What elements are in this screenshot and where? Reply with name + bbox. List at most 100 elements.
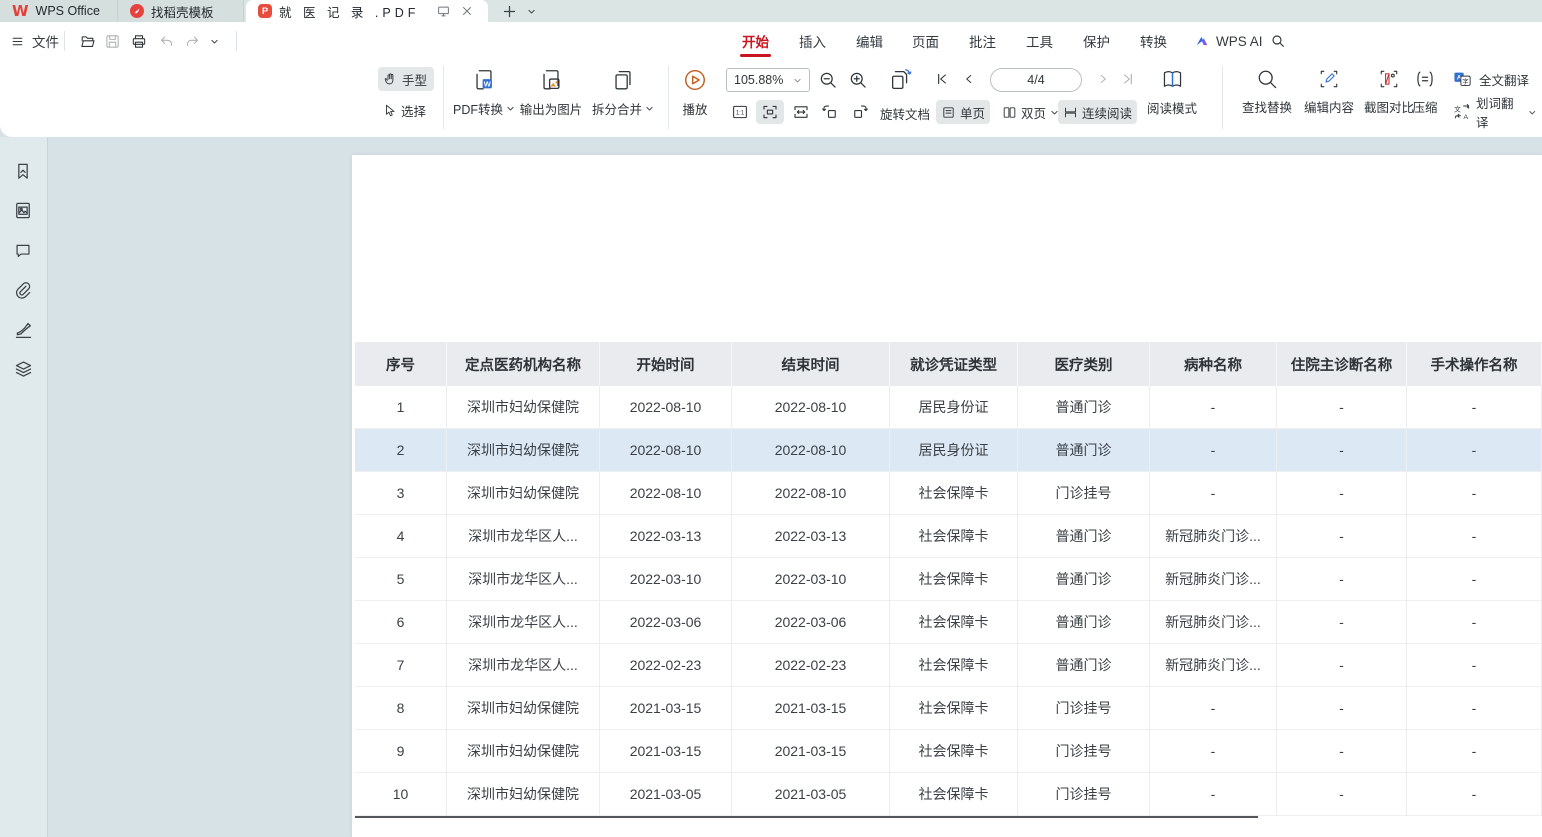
table-row[interactable]: 2深圳市妇幼保健院2022-08-102022-08-10居民身份证普通门诊--…: [355, 429, 1542, 472]
comment-icon[interactable]: [13, 241, 33, 260]
zoom-out-button[interactable]: [818, 70, 838, 90]
table-cell: 2021-03-15: [600, 730, 732, 773]
split-merge-button[interactable]: 拆分合并: [590, 67, 656, 118]
signature-icon[interactable]: [13, 319, 34, 340]
undo-icon: [158, 34, 175, 49]
table-header-row: 序号定点医药机构名称开始时间结束时间就诊凭证类型医疗类别病种名称住院主诊断名称手…: [355, 342, 1542, 386]
next-page-button[interactable]: [1096, 71, 1110, 87]
fit-width-button[interactable]: [756, 100, 784, 124]
table-cell: -: [1407, 773, 1542, 816]
ribbon-tab-insert[interactable]: 插入: [793, 22, 832, 60]
last-page-button[interactable]: [1120, 71, 1136, 87]
find-replace-button[interactable]: 查找替换: [1238, 67, 1296, 116]
table-row[interactable]: 9深圳市妇幼保健院2021-03-152021-03-15社会保障卡门诊挂号--…: [355, 730, 1542, 773]
edit-content-button[interactable]: 编辑内容: [1300, 67, 1358, 116]
pdf-convert-label: PDF转换: [453, 99, 503, 118]
wps-ai-button[interactable]: WPS AI: [1194, 22, 1263, 60]
table-cell: 2022-03-06: [600, 601, 732, 644]
zoom-level-select[interactable]: 105.88%: [726, 68, 810, 92]
table-cell: -: [1150, 429, 1277, 472]
table-row[interactable]: 7深圳市龙华区人...2022-02-232022-02-23社会保障卡普通门诊…: [355, 644, 1542, 687]
ribbon-search-icon[interactable]: [1270, 22, 1286, 60]
table-cell: 社会保障卡: [890, 773, 1018, 816]
column-header: 开始时间: [600, 342, 732, 386]
double-page-button[interactable]: 双页: [997, 100, 1064, 124]
table-cell: -: [1277, 429, 1407, 472]
tab-document-pdf[interactable]: P 就 医 记 录 .PDF: [246, 0, 488, 22]
file-menu-button[interactable]: 文件: [10, 22, 59, 60]
redo-button[interactable]: [184, 22, 201, 60]
full-text-translate-button[interactable]: A 字 全文翻译: [1448, 67, 1534, 91]
table-cell: 普通门诊: [1018, 558, 1150, 601]
print-button[interactable]: [130, 22, 148, 60]
table-row[interactable]: 4深圳市龙华区人...2022-03-132022-03-13社会保障卡普通门诊…: [355, 515, 1542, 558]
select-tool-button[interactable]: 选择: [378, 98, 434, 122]
close-tab-icon[interactable]: [461, 5, 473, 17]
new-tab-button[interactable]: [488, 0, 523, 22]
bookmark-icon[interactable]: [13, 161, 33, 182]
page-number-input[interactable]: 4/4: [990, 68, 1082, 92]
ribbon-tab-convert[interactable]: 转换: [1134, 22, 1173, 60]
read-mode-button[interactable]: 阅读模式: [1143, 67, 1201, 117]
rotate-document-button[interactable]: 旋转文档: [880, 104, 930, 123]
tab-wps-office[interactable]: W WPS Office: [0, 0, 118, 22]
table-cell: 10: [355, 773, 447, 816]
save-button[interactable]: [104, 22, 121, 60]
layers-icon[interactable]: [13, 359, 34, 380]
word-translate-button[interactable]: 文 A 划词翻译: [1448, 100, 1542, 124]
tab-label: WPS Office: [36, 4, 100, 18]
ribbon-card: 文件 开始 插入 编辑 页面 批注 工具 保护 转换: [0, 22, 1542, 137]
open-file-button[interactable]: [78, 22, 97, 60]
ribbon-tab-protect[interactable]: 保护: [1077, 22, 1116, 60]
wps-ai-icon: [1194, 34, 1210, 48]
hand-tool-button[interactable]: 手型: [378, 67, 434, 91]
table-cell: -: [1277, 601, 1407, 644]
single-page-label: 单页: [960, 103, 985, 122]
table-cell: 深圳市龙华区人...: [447, 601, 600, 644]
single-page-button[interactable]: 单页: [936, 100, 990, 124]
more-history-chevron-icon[interactable]: [210, 22, 219, 60]
split-merge-label: 拆分合并: [592, 99, 642, 118]
table-cell: -: [1277, 515, 1407, 558]
ribbon-tab-edit[interactable]: 编辑: [850, 22, 889, 60]
replace-page-button[interactable]: [888, 67, 914, 93]
fit-page-button[interactable]: [787, 100, 815, 124]
ribbon-tab-page[interactable]: 页面: [906, 22, 945, 60]
divider: [64, 31, 65, 51]
table-row[interactable]: 3深圳市妇幼保健院2022-08-102022-08-10社会保障卡门诊挂号--…: [355, 472, 1542, 515]
folder-open-icon: [78, 33, 97, 50]
table-row[interactable]: 1深圳市妇幼保健院2022-08-102022-08-10居民身份证普通门诊--…: [355, 386, 1542, 429]
ribbon-tab-comment[interactable]: 批注: [963, 22, 1002, 60]
tab-list-chevron-icon[interactable]: [523, 0, 540, 22]
rotate-right-button[interactable]: [846, 100, 874, 124]
pdf-page[interactable]: 序号定点医药机构名称开始时间结束时间就诊凭证类型医疗类别病种名称住院主诊断名称手…: [352, 155, 1542, 837]
tab-docer-templates[interactable]: 找稻壳模板: [118, 0, 244, 22]
prev-page-button[interactable]: [962, 71, 976, 87]
compress-button[interactable]: 压缩: [1405, 67, 1445, 116]
first-page-button[interactable]: [934, 71, 950, 87]
attachment-icon[interactable]: [13, 280, 33, 300]
play-button[interactable]: 播放: [680, 67, 710, 118]
undo-button[interactable]: [158, 22, 175, 60]
play-label: 播放: [682, 99, 707, 118]
table-row[interactable]: 8深圳市妇幼保健院2021-03-152021-03-15社会保障卡门诊挂号--…: [355, 687, 1542, 730]
ribbon-tab-home[interactable]: 开始: [736, 22, 775, 60]
table-cell: 社会保障卡: [890, 730, 1018, 773]
table-row[interactable]: 6深圳市龙华区人...2022-03-062022-03-06社会保障卡普通门诊…: [355, 601, 1542, 644]
table-cell: -: [1150, 472, 1277, 515]
table-cell: 普通门诊: [1018, 386, 1150, 429]
full-translate-label: 全文翻译: [1479, 70, 1529, 89]
table-cell: -: [1407, 386, 1542, 429]
thumbnail-icon[interactable]: [13, 200, 33, 221]
rotate-left-button[interactable]: [816, 100, 844, 124]
table-row[interactable]: 5深圳市龙华区人...2022-03-102022-03-10社会保障卡普通门诊…: [355, 558, 1542, 601]
ribbon-tab-tools[interactable]: 工具: [1020, 22, 1059, 60]
table-row[interactable]: 10深圳市妇幼保健院2021-03-052021-03-05社会保障卡门诊挂号-…: [355, 773, 1542, 816]
export-image-button[interactable]: 输出为图片: [518, 67, 584, 118]
zoom-in-button[interactable]: [848, 70, 868, 90]
table-cell: 2022-03-10: [732, 558, 890, 601]
pdf-convert-button[interactable]: W PDF转换: [452, 67, 516, 118]
continuous-reading-button[interactable]: 连续阅读: [1058, 100, 1137, 124]
monitor-icon[interactable]: [436, 5, 451, 18]
actual-size-button[interactable]: 1:1: [726, 100, 754, 124]
